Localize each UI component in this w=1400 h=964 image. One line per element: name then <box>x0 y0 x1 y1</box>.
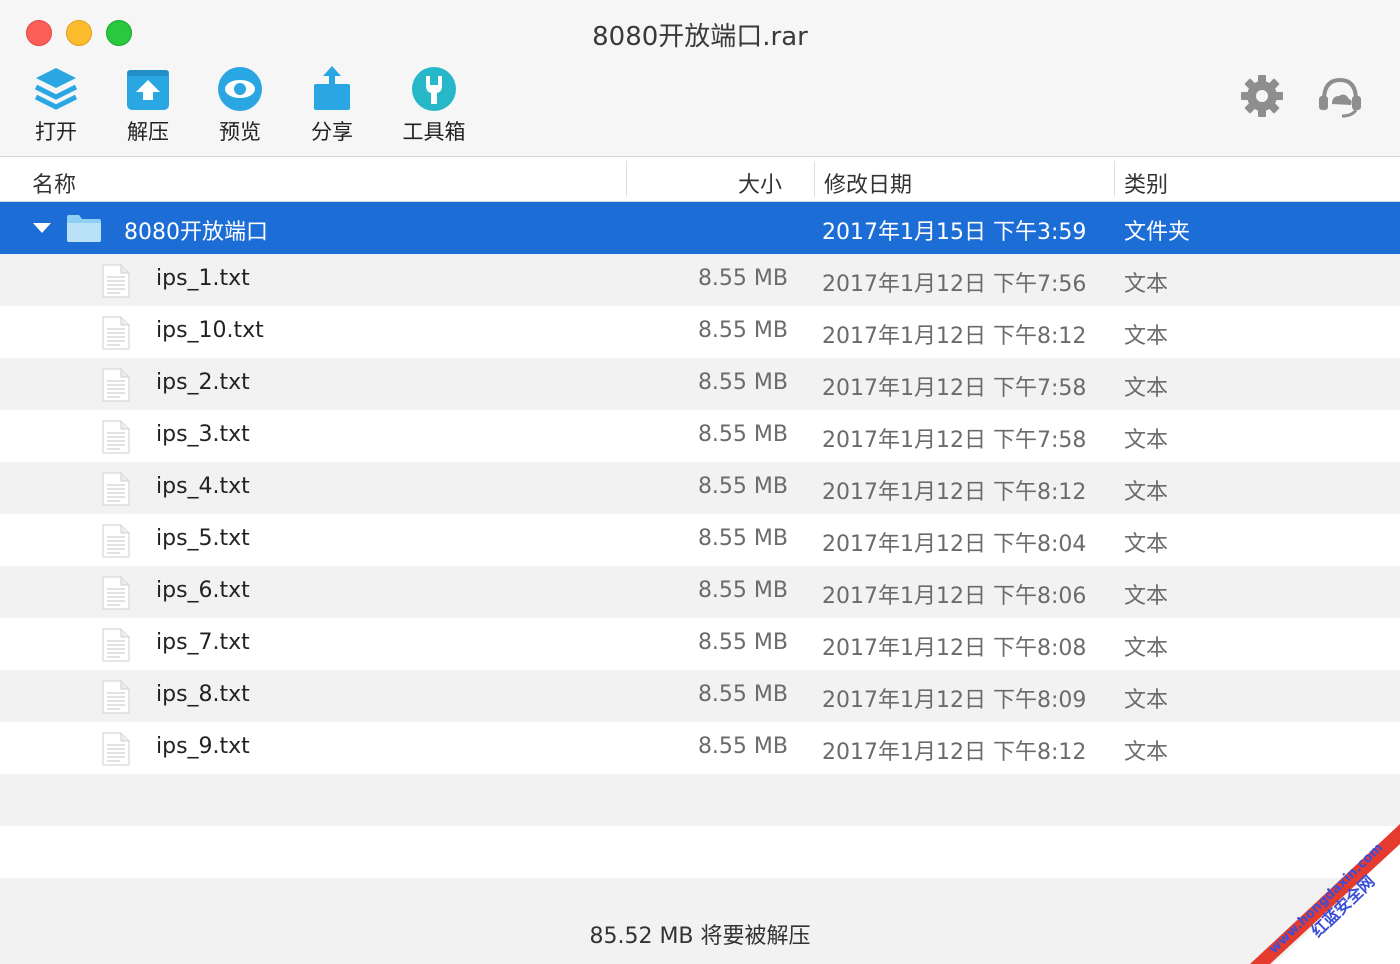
file-size: 8.55 MB <box>697 630 788 655</box>
text-file-icon <box>102 628 130 662</box>
file-row[interactable]: ips_2.txt 8.55 MB 2017年1月12日 下午7:58 文本 <box>0 358 1400 410</box>
file-size: 8.55 MB <box>697 734 788 759</box>
empty-row <box>0 774 1400 826</box>
folder-icon <box>67 215 101 242</box>
file-kind: 文本 <box>1124 688 1169 713</box>
preview-label: 预览 <box>219 120 261 144</box>
title-bar: 8080开放端口.rar 打开 解压 预览 分享 工具箱 <box>0 0 1400 157</box>
file-size: 8.55 MB <box>697 578 788 603</box>
file-kind: 文本 <box>1124 532 1169 557</box>
file-modified: 2017年1月12日 下午8:04 <box>822 532 1087 557</box>
file-kind: 文本 <box>1124 636 1169 661</box>
share-button[interactable]: 分享 <box>292 66 372 146</box>
folder-modified: 2017年1月15日 下午3:59 <box>822 220 1087 245</box>
open-label: 打开 <box>35 120 77 144</box>
text-file-icon <box>102 264 130 298</box>
share-upload-icon <box>314 66 350 110</box>
file-modified: 2017年1月12日 下午8:12 <box>822 324 1087 349</box>
column-divider[interactable] <box>814 161 815 197</box>
file-row[interactable]: ips_5.txt 8.55 MB 2017年1月12日 下午8:04 文本 <box>0 514 1400 566</box>
text-file-icon <box>102 732 130 766</box>
file-row[interactable]: ips_8.txt 8.55 MB 2017年1月12日 下午8:09 文本 <box>0 670 1400 722</box>
column-divider[interactable] <box>626 161 627 197</box>
file-name: ips_3.txt <box>156 422 250 447</box>
text-file-icon <box>102 472 130 506</box>
settings-button[interactable] <box>1240 74 1284 122</box>
file-modified: 2017年1月12日 下午8:08 <box>822 636 1087 661</box>
text-file-icon <box>102 316 130 350</box>
file-row[interactable]: ips_7.txt 8.55 MB 2017年1月12日 下午8:08 文本 <box>0 618 1400 670</box>
empty-row <box>0 826 1400 878</box>
watermark-logo: www.hongdaxin.com 红蓝安全网 <box>1250 824 1400 964</box>
window-title: 8080开放端口.rar <box>592 22 808 52</box>
toolbox-button[interactable]: 工具箱 <box>394 66 474 146</box>
text-file-icon <box>102 524 130 558</box>
file-name: ips_7.txt <box>156 630 250 655</box>
file-name: ips_4.txt <box>156 474 250 499</box>
file-kind: 文本 <box>1124 584 1169 609</box>
text-file-icon <box>102 680 130 714</box>
file-modified: 2017年1月12日 下午7:58 <box>822 376 1087 401</box>
eye-icon <box>218 67 262 111</box>
file-size: 8.55 MB <box>697 422 788 447</box>
column-kind-header[interactable]: 类别 <box>1124 167 1168 199</box>
file-kind: 文本 <box>1124 272 1169 297</box>
folder-row[interactable]: 8080开放端口 2017年1月15日 下午3:59 文件夹 <box>0 202 1400 254</box>
headset-cloud-icon <box>1319 77 1361 118</box>
disclosure-triangle-icon[interactable] <box>32 222 52 234</box>
file-size: 8.55 MB <box>697 318 788 343</box>
file-size: 8.55 MB <box>697 266 788 291</box>
wrench-icon <box>412 67 456 111</box>
column-size-header[interactable]: 大小 <box>738 167 782 199</box>
file-size: 8.55 MB <box>697 370 788 395</box>
column-header: 名称 大小 修改日期 类别 <box>0 157 1400 202</box>
text-file-icon <box>102 576 130 610</box>
file-name: ips_10.txt <box>156 318 264 343</box>
column-name-header[interactable]: 名称 <box>32 167 76 199</box>
column-divider[interactable] <box>1114 161 1115 197</box>
support-button[interactable] <box>1316 74 1364 122</box>
file-row[interactable]: ips_4.txt 8.55 MB 2017年1月12日 下午8:12 文本 <box>0 462 1400 514</box>
file-modified: 2017年1月12日 下午8:12 <box>822 480 1087 505</box>
file-row[interactable]: ips_9.txt 8.55 MB 2017年1月12日 下午8:12 文本 <box>0 722 1400 774</box>
gear-icon <box>1241 75 1283 117</box>
folder-name: 8080开放端口 <box>124 220 268 245</box>
file-kind: 文本 <box>1124 428 1169 453</box>
text-file-icon <box>102 420 130 454</box>
file-row[interactable]: ips_3.txt 8.55 MB 2017年1月12日 下午7:58 文本 <box>0 410 1400 462</box>
text-file-icon <box>102 368 130 402</box>
file-modified: 2017年1月12日 下午7:58 <box>822 428 1087 453</box>
status-text: 85.52 MB 将要被解压 <box>589 924 811 949</box>
file-name: ips_8.txt <box>156 682 250 707</box>
extract-tray-icon <box>127 70 169 110</box>
file-size: 8.55 MB <box>697 526 788 551</box>
extract-label: 解压 <box>127 120 169 144</box>
file-name: ips_6.txt <box>156 578 250 603</box>
preview-button[interactable]: 预览 <box>200 66 280 146</box>
file-row[interactable]: ips_10.txt 8.55 MB 2017年1月12日 下午8:12 文本 <box>0 306 1400 358</box>
file-size: 8.55 MB <box>697 682 788 707</box>
file-kind: 文本 <box>1124 376 1169 401</box>
toolbox-label: 工具箱 <box>402 120 466 144</box>
file-size: 8.55 MB <box>697 474 788 499</box>
file-row[interactable]: ips_1.txt 8.55 MB 2017年1月12日 下午7:56 文本 <box>0 254 1400 306</box>
file-name: ips_1.txt <box>156 266 250 291</box>
file-kind: 文本 <box>1124 480 1169 505</box>
file-modified: 2017年1月12日 下午8:12 <box>822 740 1087 765</box>
extract-button[interactable]: 解压 <box>108 66 188 146</box>
file-row[interactable]: ips_6.txt 8.55 MB 2017年1月12日 下午8:06 文本 <box>0 566 1400 618</box>
file-name: ips_9.txt <box>156 734 250 759</box>
file-kind: 文本 <box>1124 324 1169 349</box>
column-modified-header[interactable]: 修改日期 <box>824 167 912 199</box>
layers-stack-icon <box>34 68 78 110</box>
folder-kind: 文件夹 <box>1124 220 1191 245</box>
file-name: ips_2.txt <box>156 370 250 395</box>
file-name: ips_5.txt <box>156 526 250 551</box>
share-label: 分享 <box>311 120 353 144</box>
file-modified: 2017年1月12日 下午7:56 <box>822 272 1087 297</box>
file-modified: 2017年1月12日 下午8:09 <box>822 688 1087 713</box>
file-modified: 2017年1月12日 下午8:06 <box>822 584 1087 609</box>
open-button[interactable]: 打开 <box>16 66 96 146</box>
file-kind: 文本 <box>1124 740 1169 765</box>
